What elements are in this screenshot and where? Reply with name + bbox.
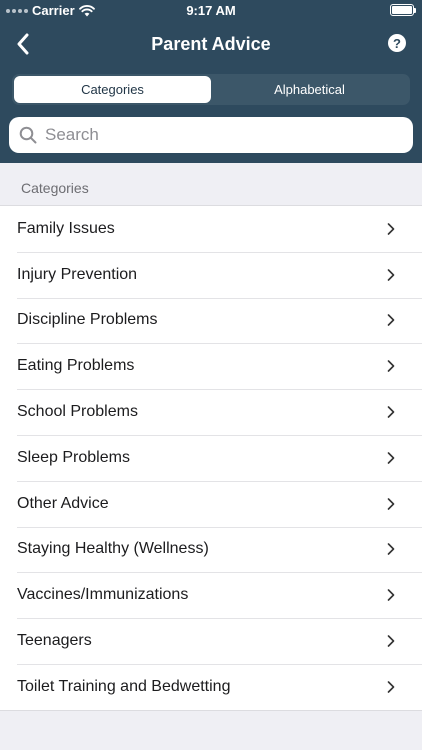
list-item-label: Teenagers xyxy=(17,632,92,650)
chevron-right-icon xyxy=(387,406,395,418)
list-item[interactable]: Eating Problems xyxy=(0,343,422,389)
list-item-label: Toilet Training and Bedwetting xyxy=(17,677,231,695)
chevron-right-icon xyxy=(387,314,395,327)
help-button[interactable]: ? xyxy=(388,34,406,52)
list-item-label: Family Issues xyxy=(17,219,115,237)
chevron-right-icon xyxy=(387,497,395,510)
chevron-right-icon xyxy=(387,635,395,647)
question-circle-icon: ? xyxy=(393,35,401,51)
chevron-right-icon xyxy=(387,360,395,373)
list-item[interactable]: Other Advice xyxy=(0,480,422,527)
search-bar[interactable] xyxy=(9,117,413,153)
chevron-right-icon xyxy=(387,681,395,693)
list-item-label: Other Advice xyxy=(17,494,109,512)
status-time: 9:17 AM xyxy=(186,3,236,18)
status-bar: Carrier 9:17 AM xyxy=(0,0,422,22)
list-item[interactable]: Vaccines/Immunizations xyxy=(0,572,422,618)
list-item[interactable]: Sleep Problems xyxy=(0,434,422,481)
nav-bar: Parent Advice ? xyxy=(0,22,422,66)
list-item[interactable]: Discipline Problems xyxy=(0,297,422,344)
list-item-label: Sleep Problems xyxy=(17,448,130,466)
list-item[interactable]: Family Issues xyxy=(0,206,422,252)
category-list: Family Issues Injury Prevention Discipli… xyxy=(0,205,422,711)
chevron-right-icon xyxy=(387,268,395,281)
magnifier-icon xyxy=(17,124,39,146)
chevron-right-icon xyxy=(387,543,395,556)
search-input[interactable] xyxy=(45,125,405,145)
list-item-label: Eating Problems xyxy=(17,357,135,375)
chevron-right-icon xyxy=(387,452,395,464)
list-item[interactable]: Injury Prevention xyxy=(0,251,422,298)
list-item-label: School Problems xyxy=(17,403,138,421)
list-item[interactable]: Toilet Training and Bedwetting xyxy=(0,663,422,710)
page-title: Parent Advice xyxy=(151,34,271,54)
tab-categories[interactable]: Categories xyxy=(14,76,211,103)
list-item[interactable]: School Problems xyxy=(0,389,422,435)
chevron-right-icon xyxy=(387,223,395,235)
chevron-right-icon xyxy=(387,589,395,602)
list-item-label: Discipline Problems xyxy=(17,311,158,329)
list-item[interactable]: Staying Healthy (Wellness) xyxy=(0,526,422,573)
list-item-label: Vaccines/Immunizations xyxy=(17,586,189,604)
list-item[interactable]: Teenagers xyxy=(0,618,422,664)
list-item-label: Staying Healthy (Wellness) xyxy=(17,540,209,558)
app-header: Carrier 9:17 AM Parent Advice ? Categori… xyxy=(0,0,422,163)
segmented-control: Categories Alphabetical xyxy=(12,74,410,105)
section-header: Categories xyxy=(21,180,89,196)
tab-alphabetical[interactable]: Alphabetical xyxy=(211,76,408,103)
battery-icon xyxy=(390,4,416,16)
list-item-label: Injury Prevention xyxy=(17,265,138,283)
